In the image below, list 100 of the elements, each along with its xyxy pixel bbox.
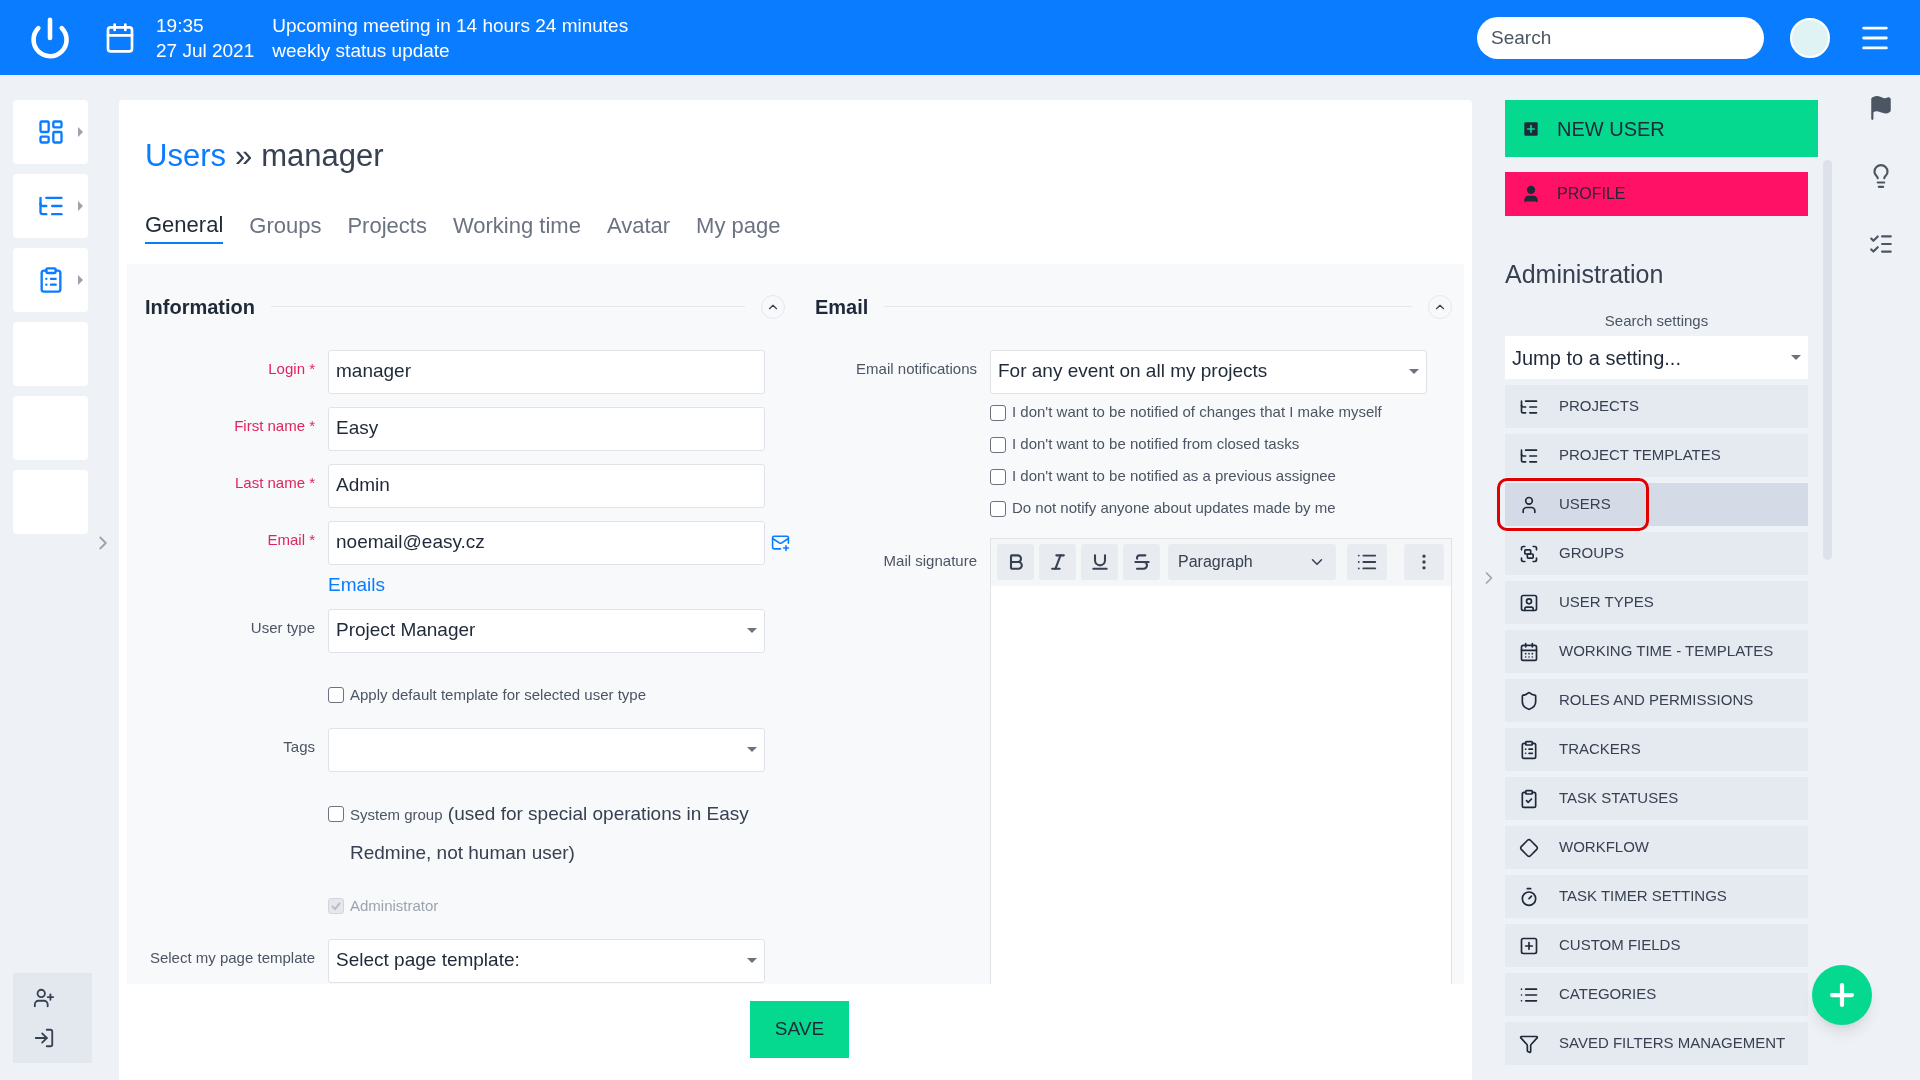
checkbox-label: I don't want to be notified of changes that I make myself (1012, 402, 1382, 423)
rich-text-editor[interactable]: Paragraph (990, 537, 1452, 984)
meeting-title[interactable]: weekly status update (272, 37, 629, 63)
flag-icon[interactable] (1868, 95, 1894, 121)
checkbox-label: I don't want to be notified from closed tasks (1012, 434, 1300, 455)
select-dropdown[interactable]: Project Manager (328, 608, 765, 653)
rail-tile[interactable] (13, 174, 88, 238)
dropdown-caret-icon (1409, 369, 1419, 374)
field-label: User type (250, 617, 315, 638)
tab[interactable]: Working time (452, 207, 581, 244)
field-label: Last name * (234, 472, 315, 493)
calendar-icon (1519, 641, 1539, 662)
dashboard-icon (36, 118, 65, 146)
filter-icon (1519, 1033, 1539, 1054)
checkbox-label: Administrator (350, 895, 439, 916)
tab[interactable]: Avatar (606, 207, 671, 244)
admin-menu-item[interactable]: USERS (1505, 483, 1808, 526)
format-dropdown[interactable]: Paragraph (1168, 544, 1336, 580)
user-card-icon (1519, 592, 1539, 613)
profile-button[interactable]: PROFILE (1505, 172, 1808, 216)
admin-menu-item[interactable]: CATEGORIES (1505, 973, 1808, 1016)
page-title: manager (261, 137, 384, 175)
checkbox[interactable] (990, 436, 1006, 453)
text-input[interactable]: Easy (328, 406, 765, 451)
clipboard-icon (1519, 739, 1539, 760)
rail-tile[interactable] (13, 248, 88, 312)
strikethrough-icon[interactable] (1131, 552, 1152, 572)
plus-square-icon (1519, 935, 1539, 956)
sidebar-title: Administration (1505, 259, 1665, 290)
text-input[interactable]: Admin (328, 463, 765, 508)
select-dropdown[interactable]: For any event on all my projects (990, 349, 1427, 394)
dropdown-caret-icon (747, 958, 757, 963)
field-label: Mail signature (883, 550, 977, 571)
select-dropdown[interactable]: Select page template: (328, 938, 765, 983)
add-mail-icon[interactable] (771, 533, 790, 552)
login-icon[interactable] (32, 1027, 55, 1049)
rail-tile[interactable] (13, 100, 88, 164)
admin-menu-item[interactable]: WORKFLOW (1505, 826, 1808, 869)
group-icon (1519, 543, 1539, 564)
admin-menu-item[interactable]: TASK STATUSES (1505, 777, 1808, 820)
checkbox[interactable] (990, 500, 1006, 517)
checkbox-label: System group (used for special operations in Easy Redmine, not human user) (350, 801, 750, 865)
diamond-icon (1519, 837, 1539, 858)
expand-caret-icon (78, 201, 83, 211)
expand-caret-icon (78, 275, 83, 285)
tab[interactable]: General (145, 207, 224, 244)
dropdown-caret-icon (747, 747, 757, 752)
add-user-icon[interactable] (32, 987, 55, 1009)
search-field[interactable]: Search (1477, 16, 1764, 59)
checkbox-label: I don't want to be notified as a previous assignee (1012, 466, 1336, 487)
checkbox-label: Do not notify anyone about updates made by me (1012, 498, 1336, 519)
dropdown-caret-icon (1791, 355, 1801, 360)
admin-menu-item[interactable]: GROUPS (1505, 532, 1808, 575)
checkbox[interactable] (328, 805, 344, 822)
admin-menu-item[interactable]: PROJECTS (1505, 385, 1808, 428)
admin-menu-item[interactable]: WORKING TIME - TEMPLATES (1505, 630, 1808, 673)
field-label: Login * (268, 358, 315, 379)
tab[interactable]: Projects (347, 207, 427, 244)
user-icon (1519, 494, 1539, 515)
breadcrumb-link[interactable]: Users (145, 133, 226, 180)
checkbox-label: Apply default template for selected user type (350, 684, 646, 705)
field-label: Select my page template (149, 947, 315, 968)
search-settings-label: Search settings (1603, 310, 1710, 331)
checkbox[interactable] (328, 686, 344, 703)
save-button[interactable]: SAVE (750, 1000, 849, 1058)
avatar[interactable] (1790, 17, 1830, 58)
logo-icon[interactable] (28, 15, 72, 60)
timer-icon (1519, 886, 1539, 907)
section-title: Email (815, 294, 869, 320)
jump-select[interactable]: Jump to a setting... (1505, 336, 1808, 379)
meeting-time: 19:35 (156, 13, 205, 38)
user-icon (1521, 184, 1541, 204)
admin-menu-item[interactable]: TASK TIMER SETTINGS (1505, 875, 1808, 918)
admin-menu-item[interactable]: TRACKERS (1505, 728, 1808, 771)
dropdown-caret-icon (747, 628, 757, 633)
field-label: First name * (234, 415, 315, 436)
checkbox[interactable] (990, 404, 1006, 421)
admin-menu-item[interactable]: USER TYPES (1505, 581, 1808, 624)
field-label: Email * (267, 529, 315, 550)
admin-menu-item[interactable]: SAVED FILTERS MANAGEMENT (1505, 1022, 1808, 1065)
meeting-date: 27 Jul 2021 (156, 38, 255, 63)
text-input[interactable]: manager (328, 349, 765, 394)
text-input[interactable]: noemail@easy.cz (328, 520, 765, 565)
tab[interactable]: Groups (249, 207, 322, 244)
meeting-notice[interactable]: Upcoming meeting in 14 hours 24 minutes (272, 12, 629, 38)
admin-menu-item[interactable]: ROLES AND PERMISSIONS (1505, 679, 1808, 722)
breadcrumb-separator: » (234, 137, 253, 175)
admin-menu-item[interactable]: PROJECT TEMPLATES (1505, 434, 1808, 477)
checkbox[interactable] (990, 468, 1006, 485)
field-label: Email notifications (856, 358, 977, 379)
clipboard-check-icon (1519, 788, 1539, 809)
emails-link[interactable]: Emails (328, 570, 790, 599)
admin-menu-item[interactable]: CUSTOM FIELDS (1505, 924, 1808, 967)
new-user-button[interactable]: NEW USER (1505, 100, 1818, 157)
tab[interactable]: My page (696, 207, 781, 244)
calendar-icon[interactable] (104, 21, 136, 54)
underline-icon[interactable] (1089, 552, 1110, 572)
expand-caret-icon (78, 127, 83, 137)
shield-icon (1519, 690, 1539, 711)
field-label: Tags (283, 736, 315, 757)
